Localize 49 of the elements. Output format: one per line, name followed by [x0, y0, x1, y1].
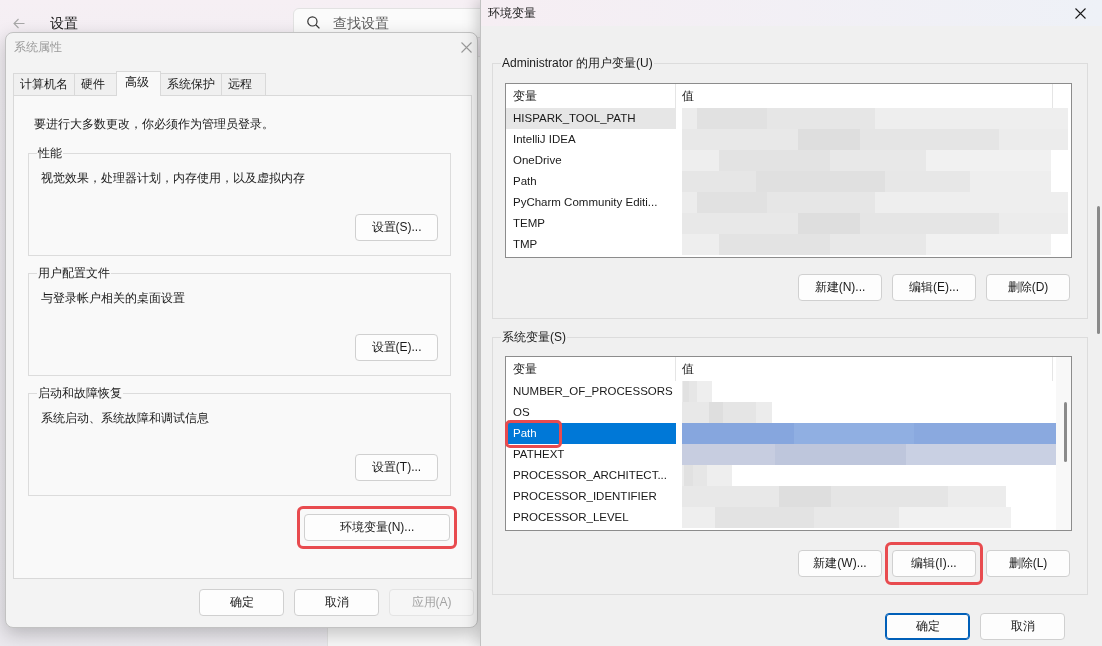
table-cell[interactable]: Path — [506, 423, 676, 444]
group-description: 视觉效果，处理器计划，内存使用，以及虚拟内存 — [41, 170, 306, 186]
delete-button[interactable]: 删除(D) — [986, 274, 1070, 301]
delete-button[interactable]: 删除(L) — [986, 550, 1070, 577]
group-title: 性能 — [37, 145, 63, 161]
cancel-button[interactable]: 取消 — [980, 613, 1065, 640]
close-icon[interactable] — [1075, 7, 1086, 19]
table-cell[interactable]: OS — [506, 402, 676, 423]
settings-button[interactable]: 设置(E)... — [355, 334, 438, 361]
table-cell[interactable]: PROCESSOR_IDENTIFIER — [506, 486, 676, 507]
tab[interactable]: 计算机名 — [13, 73, 75, 95]
new-button[interactable]: 新建(N)... — [798, 274, 882, 301]
search-icon — [307, 16, 320, 29]
column-header[interactable]: 变量 — [506, 357, 676, 381]
table-cell[interactable]: TMP — [506, 234, 676, 255]
ok-button[interactable]: 确定 — [885, 613, 970, 640]
table-cell[interactable]: PATHEXT — [506, 444, 676, 465]
group-title: 启动和故障恢复 — [37, 385, 123, 401]
settings-button[interactable]: 设置(S)... — [355, 214, 438, 241]
table-cell[interactable]: PyCharm Community Editi... — [506, 192, 676, 213]
new-button[interactable]: 新建(W)... — [798, 550, 882, 577]
table-cell[interactable]: TEMP — [506, 213, 676, 234]
group-description: 系统启动、系统故障和调试信息 — [41, 410, 210, 426]
group-description: 与登录帐户相关的桌面设置 — [41, 290, 186, 306]
environment-variables-button[interactable]: 环境变量(N)... — [304, 514, 450, 541]
tab[interactable]: 远程 — [221, 73, 266, 95]
scrollbar-thumb[interactable] — [1097, 206, 1100, 334]
group-title: 用户配置文件 — [37, 265, 111, 281]
notice-text: 要进行大多数更改，你必须作为管理员登录。 — [34, 116, 275, 132]
table-cell[interactable]: PROCESSOR_ARCHITECT... — [506, 465, 676, 486]
cancel-button[interactable]: 取消 — [294, 589, 379, 616]
group-title: Administrator 的用户变量(U) — [501, 55, 654, 71]
table-cell[interactable]: Path — [506, 171, 676, 192]
table-cell[interactable]: NUMBER_OF_PROCESSORS — [506, 381, 676, 402]
settings-button[interactable]: 设置(T)... — [355, 454, 438, 481]
table-cell[interactable]: HISPARK_TOOL_PATH — [506, 108, 676, 129]
window-title: 系统属性 — [14, 39, 63, 55]
window-title: 环境变量 — [488, 5, 537, 21]
scrollbar[interactable] — [1056, 357, 1071, 530]
group-title: 系统变量(S) — [501, 329, 567, 345]
table-cell[interactable]: IntelliJ IDEA — [506, 129, 676, 150]
edit-button[interactable]: 编辑(E)... — [892, 274, 976, 301]
back-arrow-icon[interactable] — [13, 17, 25, 29]
table-cell[interactable]: OneDrive — [506, 150, 676, 171]
window-title: 设置 — [50, 14, 79, 32]
ok-button[interactable]: 确定 — [199, 589, 284, 616]
tab[interactable]: 高级 — [116, 71, 161, 96]
table-cell[interactable]: PROCESSOR_LEVEL — [506, 507, 676, 528]
edit-button[interactable]: 编辑(I)... — [892, 550, 976, 577]
